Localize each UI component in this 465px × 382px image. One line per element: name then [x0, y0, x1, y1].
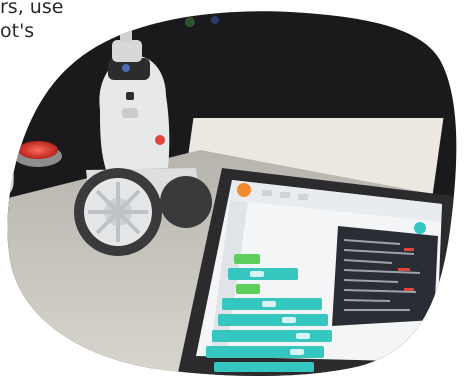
photo-scene: [7, 11, 457, 377]
tablet-icon: [176, 168, 454, 377]
